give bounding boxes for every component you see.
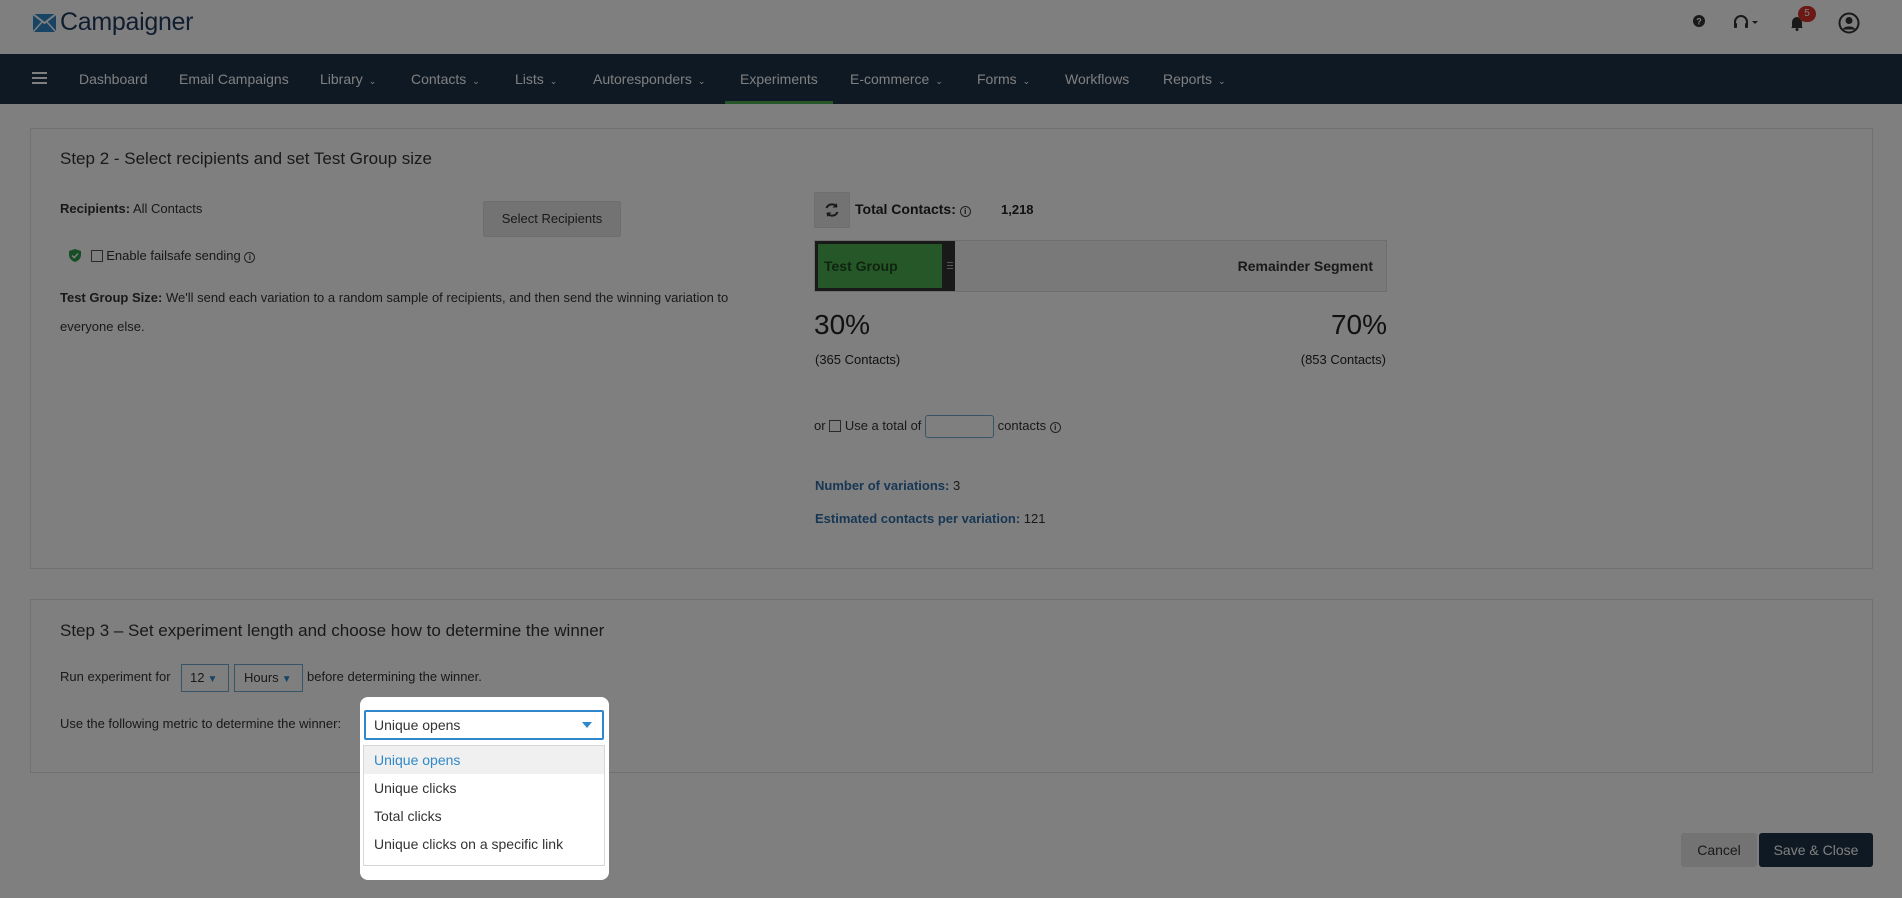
metric-option-total-clicks[interactable]: Total clicks <box>364 802 604 830</box>
caret-down-icon <box>582 722 592 728</box>
metric-dropdown-spotlight: Unique opens Unique opens Unique clicks … <box>360 697 609 880</box>
metric-option-unique-opens[interactable]: Unique opens <box>364 746 604 774</box>
metric-select[interactable]: Unique opens <box>364 710 604 740</box>
metric-selected-value: Unique opens <box>374 717 461 733</box>
metric-option-unique-clicks-specific-link[interactable]: Unique clicks on a specific link <box>364 830 604 858</box>
metric-option-unique-clicks[interactable]: Unique clicks <box>364 774 604 802</box>
metric-options-list: Unique opens Unique clicks Total clicks … <box>363 745 605 866</box>
dim-overlay <box>0 0 1902 898</box>
